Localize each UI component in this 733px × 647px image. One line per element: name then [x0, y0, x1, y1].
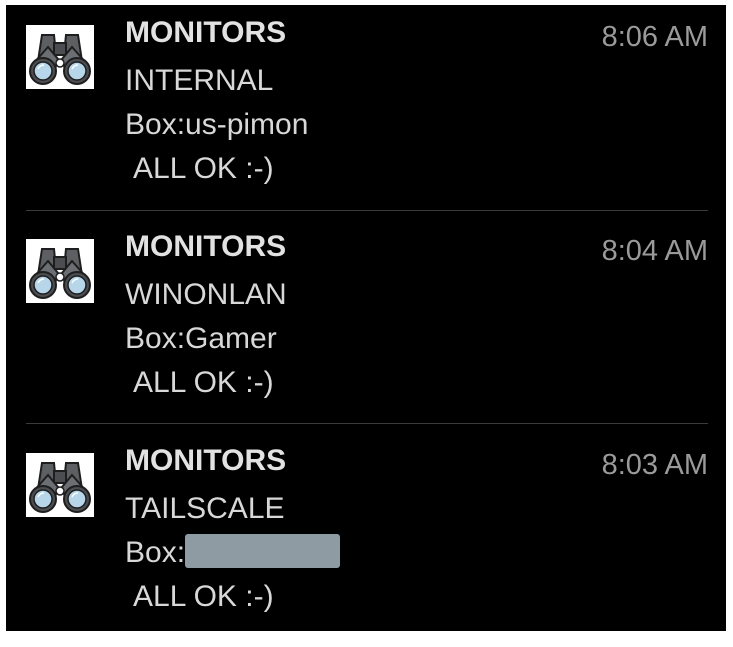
status-text: ALL OK :-): [133, 366, 274, 399]
app-name: MONITORS: [125, 230, 287, 263]
notification-title: WINONLAN: [125, 278, 287, 311]
notification-content: MONITORS INTERNAL Box:us-pimon ALL OK :-…: [125, 17, 595, 191]
notification-list: MONITORS INTERNAL Box:us-pimon ALL OK :-…: [6, 5, 726, 631]
status-text: ALL OK :-): [133, 152, 274, 185]
divider: [26, 423, 708, 424]
app-name: MONITORS: [125, 444, 287, 477]
box-label: Box:Gamer: [125, 322, 277, 355]
notification-title: TAILSCALE: [125, 492, 285, 525]
box-label: Box:us-pimon: [125, 108, 309, 141]
notification-title: INTERNAL: [125, 64, 274, 97]
binoculars-icon: [26, 453, 94, 517]
status-text: ALL OK :-): [133, 580, 274, 613]
box-label: Box:: [125, 531, 595, 575]
binoculars-icon: [26, 239, 94, 303]
timestamp: 8:04 AM: [601, 235, 708, 267]
box-prefix: Box:: [125, 536, 186, 569]
binoculars-icon: [26, 25, 94, 89]
redacted-box-name: [185, 534, 341, 569]
notification-item[interactable]: MONITORS INTERNAL Box:us-pimon ALL OK :-…: [6, 5, 726, 219]
app-name: MONITORS: [125, 16, 287, 49]
notification-item[interactable]: MONITORS TAILSCALE Box: ALL OK :-) 8:03 …: [6, 433, 726, 647]
notification-item[interactable]: MONITORS WINONLAN Box:Gamer ALL OK :-) 8…: [6, 219, 726, 433]
notification-content: MONITORS WINONLAN Box:Gamer ALL OK :-): [125, 231, 595, 405]
divider: [26, 210, 708, 211]
timestamp: 8:03 AM: [601, 449, 708, 481]
notification-content: MONITORS TAILSCALE Box: ALL OK :-): [125, 445, 595, 619]
timestamp: 8:06 AM: [601, 21, 708, 53]
